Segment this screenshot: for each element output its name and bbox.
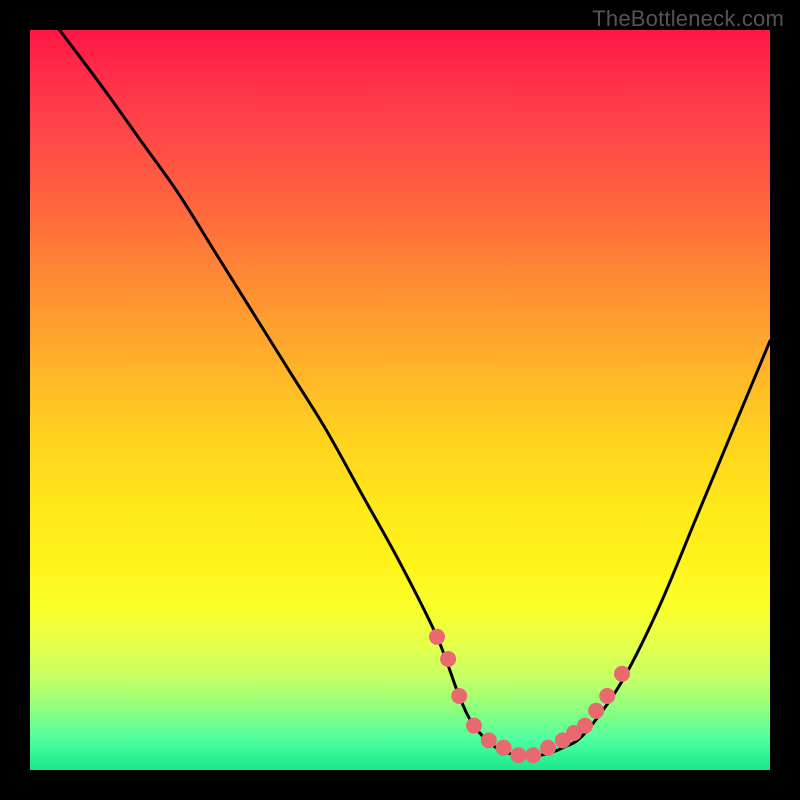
marker-point: [429, 629, 445, 645]
curve-layer: [30, 30, 770, 770]
marker-point: [440, 651, 456, 667]
marker-point: [599, 688, 615, 704]
marker-point: [588, 703, 604, 719]
watermark-text: TheBottleneck.com: [592, 6, 784, 32]
marker-point: [540, 740, 556, 756]
marker-point: [510, 747, 526, 763]
chart-container: TheBottleneck.com: [0, 0, 800, 800]
marker-point: [496, 740, 512, 756]
marker-point: [466, 718, 482, 734]
plot-area: [30, 30, 770, 770]
marker-point: [481, 732, 497, 748]
highlight-markers: [429, 629, 630, 763]
marker-point: [451, 688, 467, 704]
marker-point: [614, 666, 630, 682]
bottleneck-curve: [60, 30, 770, 756]
marker-point: [577, 718, 593, 734]
marker-point: [525, 747, 541, 763]
